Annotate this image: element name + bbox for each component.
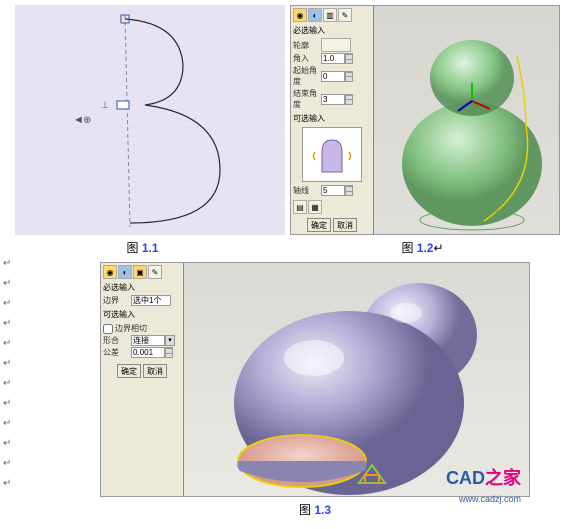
edge-label: 边界 [103, 295, 131, 306]
paragraph-mark: ↵ [3, 338, 11, 349]
profile-selector[interactable] [321, 38, 351, 52]
watermark-url: www.cadzj.com [459, 494, 521, 504]
axis-label: 轴线 [293, 185, 321, 196]
figure-1-3-shell: ◉ ◐ ▣ ✎ 必选输入 边界 可选输入 边界相切 形合 ▾ 公差 [100, 262, 530, 497]
required-section-label-2: 必选输入 [103, 282, 181, 293]
watermark-logo [355, 457, 389, 490]
start-angle-input[interactable] [321, 71, 345, 82]
svg-text:⊕: ⊕ [83, 115, 91, 126]
viewport-3d-purple[interactable]: CAD之家 www.cadzj.com [184, 263, 529, 496]
sketch-curve: ⊥ ◄ ⊕ [15, 5, 285, 235]
axis-spinner[interactable] [345, 185, 353, 196]
ok-button-2[interactable]: 确定 [117, 364, 141, 378]
cancel-button-2[interactable]: 取消 [143, 364, 167, 378]
tool-icon-7[interactable]: ▣ [133, 265, 147, 279]
tool-icon-3[interactable]: ▥ [323, 8, 337, 22]
join-label: 形合 [103, 335, 131, 346]
paragraph-mark: ↵ [3, 258, 11, 269]
tolerance-input[interactable] [131, 347, 165, 358]
tool-icon-8[interactable]: ✎ [148, 265, 162, 279]
join-dropdown[interactable]: ▾ [165, 335, 175, 346]
required-section-label: 必选输入 [293, 25, 371, 36]
end-angle-label: 结束角度 [293, 88, 321, 110]
edge-input[interactable] [131, 295, 171, 306]
tolerance-label: 公差 [103, 347, 131, 358]
paragraph-mark: ↵ [3, 418, 11, 429]
optional-section-label-2: 可选输入 [103, 309, 181, 320]
caption-1-1: 图 1.1 [0, 235, 285, 260]
cancel-button[interactable]: 取消 [333, 218, 357, 232]
paragraph-mark: ↵ [3, 398, 11, 409]
tangent-checkbox[interactable] [103, 324, 113, 334]
profile-field: 轮廓 [293, 38, 371, 52]
paragraph-mark: ↵ [3, 458, 11, 469]
end-angle-spinner[interactable] [345, 94, 353, 105]
watermark-text: CAD之家 [446, 464, 521, 490]
start-angle-spinner[interactable] [345, 71, 353, 82]
axis-input[interactable] [321, 185, 345, 196]
shell-panel: ◉ ◐ ▣ ✎ 必选输入 边界 可选输入 边界相切 形合 ▾ 公差 [101, 263, 184, 496]
tangent-label: 边界相切 [115, 323, 147, 334]
paragraph-mark: ↵ [3, 278, 11, 289]
end-angle-input[interactable] [321, 94, 345, 105]
start-angle-label: 起始角度 [293, 65, 321, 87]
panel-toolbar-2: ◉ ◐ ▣ ✎ [103, 265, 181, 279]
paragraph-mark: ↵ [3, 318, 11, 329]
paragraph-mark: ↵ [3, 478, 11, 489]
opt-icon-1[interactable]: ▤ [293, 200, 307, 214]
tool-icon-2[interactable]: ◐ [308, 8, 322, 22]
paragraph-mark: ↵ [3, 298, 11, 309]
opt-icon-2[interactable]: ▦ [308, 200, 322, 214]
tool-icon-5[interactable]: ◉ [103, 265, 117, 279]
figure-1-2-revolve: ◉ ◐ ▥ ✎ 必选输入 轮廓 角入 起始角度 [290, 5, 560, 235]
tolerance-spinner[interactable] [165, 347, 173, 358]
caption-1-2: 图 1.2↵ [285, 235, 560, 260]
paragraph-mark: ↵ [3, 438, 11, 449]
ok-button[interactable]: 确定 [307, 218, 331, 232]
paragraph-mark: ↵ [3, 378, 11, 389]
revolve-panel: ◉ ◐ ▥ ✎ 必选输入 轮廓 角入 起始角度 [291, 6, 374, 234]
optional-section-label: 可选输入 [293, 113, 371, 124]
tool-icon-6[interactable]: ◐ [118, 265, 132, 279]
angle-input[interactable] [321, 53, 345, 64]
figure-1-1-sketch: ⊥ ◄ ⊕ [15, 5, 285, 235]
angle-label: 角入 [293, 53, 321, 64]
join-select[interactable] [131, 335, 165, 346]
angle-spinner[interactable] [345, 53, 353, 64]
viewport-3d-green[interactable] [374, 6, 559, 234]
paragraph-mark: ↵ [3, 358, 11, 369]
tool-icon-4[interactable]: ✎ [338, 8, 352, 22]
panel-toolbar: ◉ ◐ ▥ ✎ [293, 8, 371, 22]
preview-thumbnail [302, 127, 362, 182]
tool-icon-1[interactable]: ◉ [293, 8, 307, 22]
svg-text:⊥: ⊥ [101, 100, 109, 110]
